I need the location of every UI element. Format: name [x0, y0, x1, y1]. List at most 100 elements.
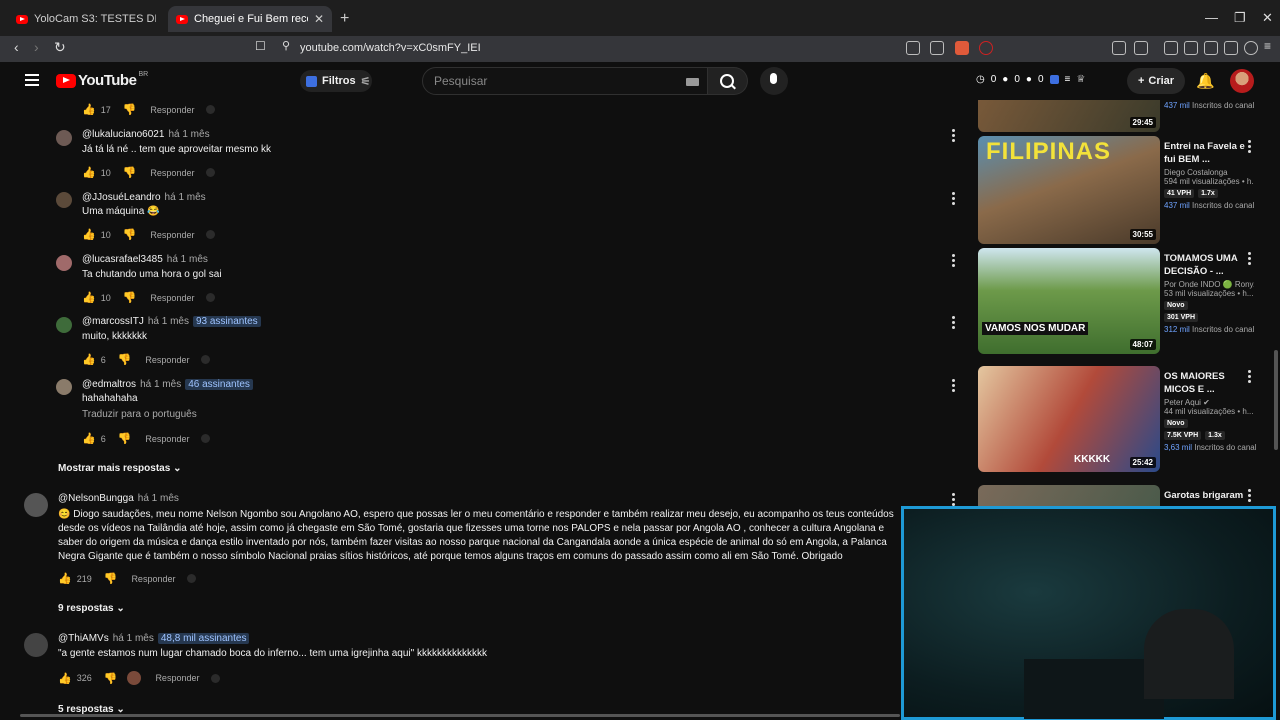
dislike-icon[interactable]: 👎	[123, 291, 137, 304]
comment-author[interactable]: @NelsonBungga	[58, 493, 134, 504]
translate-link[interactable]: Traduzir para o português	[82, 408, 197, 422]
avatar[interactable]	[56, 255, 72, 271]
search-input[interactable]	[434, 74, 664, 88]
rewards-icon[interactable]	[979, 41, 993, 55]
channel-name[interactable]: Por Onde INDO 🟢 Rony...	[1164, 280, 1254, 289]
like-icon[interactable]: 👍	[82, 353, 96, 366]
keyboard-icon[interactable]	[686, 78, 699, 86]
dislike-icon[interactable]: 👎	[118, 353, 132, 366]
back-icon[interactable]: ‹	[14, 39, 19, 55]
video-thumbnail[interactable]: FILIPINAS 30:55	[978, 136, 1160, 244]
like-icon[interactable]: 👍	[82, 291, 96, 304]
avatar[interactable]	[56, 192, 72, 208]
extension-icon[interactable]	[1134, 41, 1148, 55]
close-tab-icon[interactable]: ✕	[314, 12, 324, 26]
extension-dot-icon[interactable]	[206, 293, 216, 302]
leo-icon[interactable]	[1224, 41, 1238, 55]
forward-icon[interactable]: ›	[34, 39, 39, 55]
comment-time[interactable]: há 1 mês	[138, 493, 179, 504]
related-video[interactable]: FILIPINAS 30:55 Entrei na Favela e fui B…	[976, 136, 1280, 244]
reload-icon[interactable]: ↻	[54, 39, 66, 56]
comment-author[interactable]: @marcossITJ	[82, 316, 144, 327]
reply-button[interactable]: Responder	[150, 168, 194, 178]
like-icon[interactable]: 👍	[82, 166, 96, 179]
related-video[interactable]: VAMOS NOS MUDAR 48:07 TOMAMOS UMA DECISÃ…	[976, 248, 1280, 354]
more-actions-icon[interactable]	[952, 254, 956, 269]
avatar[interactable]	[56, 379, 72, 395]
show-more-replies-button[interactable]: Mostrar mais respostas ⌄	[58, 463, 181, 474]
extensions-icon[interactable]	[1112, 41, 1126, 55]
like-icon[interactable]: 👍	[82, 228, 96, 241]
replies-toggle-button[interactable]: 9 respostas ⌄	[58, 603, 125, 614]
vpn-icon[interactable]	[1244, 41, 1258, 55]
browser-tab-active[interactable]: Cheguei e Fui Bem recebido - São ✕	[168, 6, 332, 32]
reply-button[interactable]: Responder	[150, 105, 194, 115]
minimize-icon[interactable]: —	[1205, 10, 1218, 25]
dislike-icon[interactable]: 👎	[123, 228, 137, 241]
avatar[interactable]	[56, 130, 72, 146]
site-info-icon[interactable]: ⚲	[282, 39, 290, 52]
comment-author[interactable]: @edmaltros	[82, 379, 136, 390]
more-actions-icon[interactable]	[1248, 370, 1252, 385]
dislike-icon[interactable]: 👎	[104, 672, 118, 685]
extension-dot-icon[interactable]	[201, 434, 211, 443]
close-window-icon[interactable]: ✕	[1262, 10, 1273, 26]
more-actions-icon[interactable]	[1248, 489, 1252, 504]
filters-button[interactable]: Filtros ⚟	[300, 70, 372, 92]
related-video[interactable]: KKKKK 25:42 OS MAIORES MICOS E ... Peter…	[976, 366, 1280, 472]
share-icon[interactable]	[930, 41, 944, 55]
comment-time[interactable]: há 1 mês	[113, 633, 154, 644]
video-thumbnail[interactable]: KKKKK 25:42	[978, 366, 1160, 472]
video-title[interactable]: TOMAMOS UMA DECISÃO - ...	[1164, 252, 1254, 278]
dislike-icon[interactable]: 👎	[123, 103, 137, 116]
reply-button[interactable]: Responder	[150, 230, 194, 240]
video-title[interactable]: Garotas brigaram	[1164, 489, 1254, 502]
create-button[interactable]: + Criar	[1127, 68, 1185, 94]
browser-tab[interactable]: YoloCam S3: TESTES DE SETUP (OBS	[8, 6, 164, 32]
hamburger-menu-icon[interactable]	[25, 74, 39, 89]
avatar[interactable]	[56, 317, 72, 333]
youtube-logo[interactable]: YouTube BR	[56, 71, 148, 89]
comment-time[interactable]: há 1 mês	[168, 129, 209, 140]
extension-dot-icon[interactable]	[187, 574, 197, 583]
more-actions-icon[interactable]	[1248, 252, 1252, 267]
more-actions-icon[interactable]	[1248, 140, 1252, 155]
comment-time[interactable]: há 1 mês	[165, 192, 206, 203]
reply-button[interactable]: Responder	[155, 673, 199, 683]
comment-time[interactable]: há 1 mês	[148, 316, 189, 327]
more-actions-icon[interactable]	[952, 379, 956, 394]
like-icon[interactable]: 👍	[58, 672, 72, 685]
wallet-icon[interactable]	[1204, 41, 1218, 55]
bookmark-icon[interactable]: ☐	[255, 39, 266, 53]
comment-time[interactable]: há 1 mês	[140, 379, 181, 390]
more-actions-icon[interactable]	[952, 129, 956, 144]
more-actions-icon[interactable]	[952, 192, 956, 207]
search-button[interactable]	[708, 67, 748, 95]
comment-author[interactable]: @lukaluciano6021	[82, 129, 164, 140]
restore-icon[interactable]: ❐	[1234, 10, 1246, 26]
vertical-scrollbar[interactable]	[1274, 350, 1278, 450]
video-title[interactable]: Entrei na Favela e fui BEM ...	[1164, 140, 1254, 166]
extension-icon[interactable]	[1049, 75, 1059, 84]
comment-author[interactable]: @JJosuéLeandro	[82, 192, 161, 203]
dislike-icon[interactable]: 👎	[104, 572, 118, 585]
list-icon[interactable]: ≡	[1065, 74, 1071, 85]
menu-icon[interactable]: ≡	[1264, 39, 1271, 53]
avatar[interactable]	[24, 493, 48, 517]
url-text[interactable]: youtube.com/watch?v=xC0smFY_IEI	[300, 42, 481, 54]
video-title[interactable]: OS MAIORES MICOS E ...	[1164, 370, 1254, 396]
channel-name[interactable]: Diego Costalonga	[1164, 168, 1254, 177]
dislike-icon[interactable]: 👎	[123, 166, 137, 179]
user-avatar[interactable]	[1230, 69, 1254, 93]
new-tab-button[interactable]: +	[340, 10, 349, 28]
reply-button[interactable]: Responder	[145, 355, 189, 365]
like-icon[interactable]: 👍	[58, 572, 72, 585]
voice-search-icon[interactable]	[760, 67, 788, 95]
comment-author[interactable]: @ThiAMVs	[58, 633, 109, 644]
cast-icon[interactable]	[906, 41, 920, 55]
media-icon[interactable]	[1164, 41, 1178, 55]
horizontal-scrollbar[interactable]	[0, 712, 960, 718]
trophy-icon[interactable]: ♕	[1076, 74, 1085, 85]
notifications-bell-icon[interactable]: 🔔	[1196, 72, 1215, 90]
more-actions-icon[interactable]	[952, 316, 956, 331]
